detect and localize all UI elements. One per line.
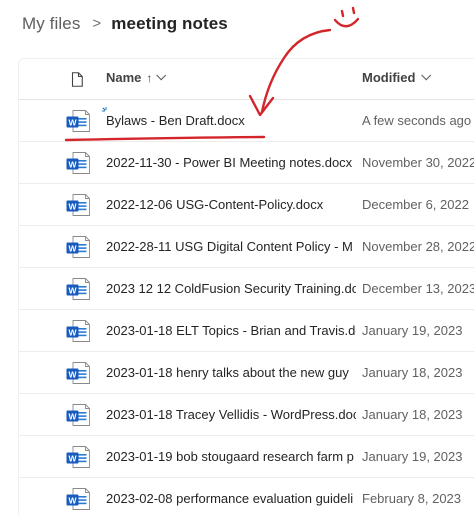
svg-text:W: W	[68, 159, 77, 169]
document-icon[interactable]	[71, 72, 83, 87]
smiley-face-icon	[333, 6, 360, 28]
word-doc-icon: W	[66, 320, 90, 342]
breadcrumb-separator-icon: >	[92, 14, 102, 32]
sort-ascending-icon: ↑	[146, 70, 153, 85]
name-column-label: Name	[106, 70, 142, 85]
word-doc-icon: W	[66, 446, 90, 468]
file-list-header: Name ↑ Modified	[19, 59, 474, 100]
file-name[interactable]: 2023-02-08 performance evaluation guidel…	[106, 491, 356, 506]
file-row[interactable]: W Bylaws - Ben Draft.docx A few seconds …	[19, 100, 474, 142]
file-modified-date: January 18, 2023	[362, 407, 463, 422]
file-modified-date: November 30, 2022	[362, 155, 474, 170]
onedrive-page: My files > meeting notes Name ↑ Modified	[0, 0, 474, 515]
file-row[interactable]: W 2023 12 12 ColdFusion Security Trainin…	[19, 268, 474, 310]
file-row[interactable]: W 2022-28-11 USG Digital Content Policy …	[19, 226, 474, 268]
file-name[interactable]: 2022-28-11 USG Digital Content Policy - …	[106, 239, 356, 254]
word-doc-icon: W	[66, 404, 90, 426]
file-row[interactable]: W 2023-02-08 performance evaluation guid…	[19, 478, 474, 515]
file-name[interactable]: 2022-12-06 USG-Content-Policy.docx	[106, 197, 356, 212]
modified-column-label: Modified	[362, 70, 416, 85]
file-list: Name ↑ Modified W Bylaws - Ben Draft.doc…	[18, 58, 474, 515]
word-doc-icon: W	[66, 488, 90, 510]
word-doc-icon: W	[66, 152, 90, 174]
file-modified-date: January 18, 2023	[362, 365, 463, 380]
file-row[interactable]: W 2023-01-18 henry talks about the new g…	[19, 352, 474, 394]
svg-text:W: W	[68, 285, 77, 295]
svg-text:W: W	[68, 369, 77, 379]
chevron-down-icon	[156, 70, 167, 81]
svg-text:W: W	[68, 327, 77, 337]
file-name[interactable]: Bylaws - Ben Draft.docx	[106, 113, 356, 128]
name-column-header[interactable]: Name ↑	[106, 70, 167, 85]
file-name[interactable]: 2023 12 12 ColdFusion Security Training.…	[106, 281, 356, 296]
file-row[interactable]: W 2022-12-06 USG-Content-Policy.docx Dec…	[19, 184, 474, 226]
file-name[interactable]: 2023-01-18 henry talks about the new guy	[106, 365, 356, 380]
word-doc-icon: W	[66, 110, 90, 132]
new-file-sparkle-icon	[102, 107, 107, 112]
file-row[interactable]: W 2023-01-18 Tracey Vellidis - WordPress…	[19, 394, 474, 436]
file-name[interactable]: 2023-01-19 bob stougaard research farm p	[106, 449, 356, 464]
word-doc-icon: W	[66, 236, 90, 258]
chevron-down-icon	[421, 70, 432, 81]
file-row[interactable]: W 2023-01-18 ELT Topics - Brian and Trav…	[19, 310, 474, 352]
file-name[interactable]: 2023-01-18 ELT Topics - Brian and Travis…	[106, 323, 356, 338]
modified-column-header[interactable]: Modified	[362, 70, 432, 85]
svg-text:W: W	[68, 243, 77, 253]
file-modified-date: A few seconds ago	[362, 113, 472, 128]
svg-text:W: W	[68, 411, 77, 421]
breadcrumb: My files > meeting notes	[22, 10, 228, 38]
file-modified-date: November 28, 2022	[362, 239, 474, 254]
file-row[interactable]: W 2022-11-30 - Power BI Meeting notes.do…	[19, 142, 474, 184]
file-row[interactable]: W 2023-01-19 bob stougaard research farm…	[19, 436, 474, 478]
word-doc-icon: W	[66, 278, 90, 300]
file-modified-date: January 19, 2023	[362, 323, 463, 338]
file-modified-date: December 13, 2023	[362, 281, 474, 296]
file-name[interactable]: 2023-01-18 Tracey Vellidis - WordPress.d…	[106, 407, 356, 422]
file-name[interactable]: 2022-11-30 - Power BI Meeting notes.docx	[106, 155, 356, 170]
svg-text:W: W	[68, 453, 77, 463]
svg-text:W: W	[68, 201, 77, 211]
svg-text:W: W	[68, 495, 77, 505]
file-modified-date: February 8, 2023	[362, 491, 462, 506]
svg-text:W: W	[68, 117, 77, 127]
word-doc-icon: W	[66, 362, 90, 384]
file-modified-date: January 19, 2023	[362, 449, 463, 464]
breadcrumb-my-files[interactable]: My files	[22, 14, 80, 34]
breadcrumb-current-folder: meeting notes	[111, 14, 228, 33]
word-doc-icon: W	[66, 194, 90, 216]
file-modified-date: December 6, 2022	[362, 197, 469, 212]
